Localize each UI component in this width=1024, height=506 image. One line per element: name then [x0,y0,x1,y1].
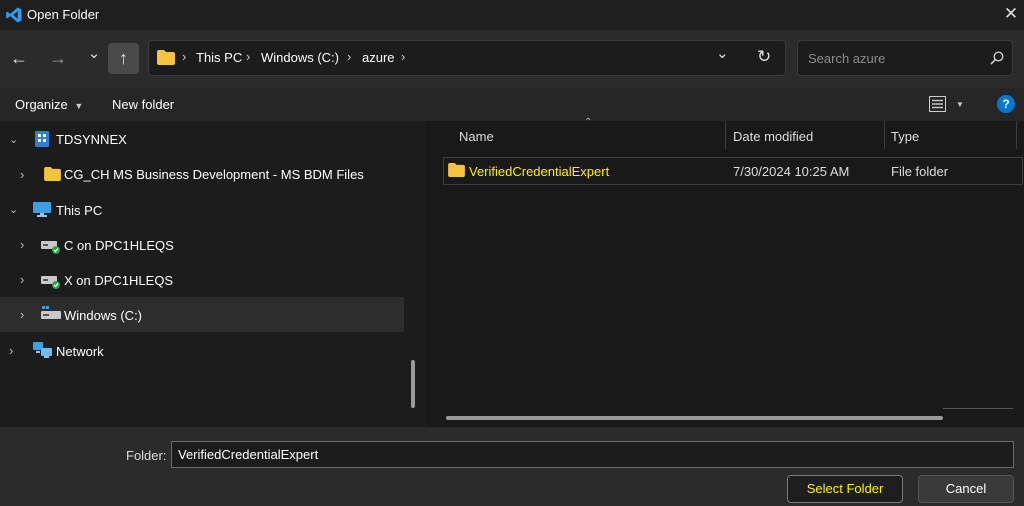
divider [943,408,1013,409]
file-name[interactable]: VerifiedCredentialExpert [469,164,609,179]
chevron-right-icon[interactable]: › [20,237,24,252]
search-icon[interactable] [990,51,1004,65]
tree-label: C on DPC1HLEQS [64,238,174,253]
address-bar[interactable] [148,40,786,76]
search-input[interactable]: Search azure [808,51,885,66]
tree-label: This PC [56,203,103,218]
file-date-modified: 7/30/2024 10:25 AM [733,164,850,179]
folder-icon [44,167,61,181]
network-drive-icon [41,276,60,289]
view-options-caret-icon[interactable]: ▼ [956,100,964,109]
up-arrow-icon[interactable]: ↑ [108,43,139,74]
address-dropdown-chevron-icon[interactable]: ⌄ [716,44,729,62]
navigation-scrollbar[interactable] [411,360,415,408]
tree-label: Network [56,344,104,359]
tree-label: X on DPC1HLEQS [64,273,174,288]
forward-arrow-icon[interactable]: → [44,44,72,72]
breadcrumb-separator: › [401,49,406,64]
refresh-icon[interactable]: ↻ [757,47,771,67]
file-type: File folder [891,164,949,179]
close-icon[interactable]: ✕ [1000,4,1022,26]
folder-icon [157,50,175,65]
caret-down-icon: ▼ [74,101,84,111]
new-folder-button[interactable]: New folder [112,97,174,112]
chevron-right-icon[interactable]: › [20,167,24,182]
organization-icon [35,131,49,147]
tree-label: CG_CH MS Business Development - MS BDM F… [64,167,364,182]
chevron-down-icon[interactable]: ⌄ [9,133,18,146]
title-bar [0,0,1024,30]
sort-ascending-icon: ⌃ [584,117,593,128]
network-drive-icon [41,241,60,254]
column-divider[interactable] [884,121,885,149]
tree-label: TDSYNNEX [56,132,127,147]
breadcrumb-separator: › [182,49,187,64]
window-title: Open Folder [27,7,100,22]
column-header-date-modified[interactable]: Date modified [733,129,813,144]
horizontal-scrollbar[interactable] [446,416,943,420]
view-details-icon[interactable] [929,96,946,112]
organize-label: Organize [15,97,68,112]
help-icon[interactable]: ? [997,95,1015,113]
chevron-down-icon[interactable]: ⌄ [9,203,18,216]
folder-icon [448,163,465,177]
breadcrumb-separator: › [246,49,251,64]
chevron-right-icon[interactable]: › [9,343,13,358]
select-folder-button[interactable]: Select Folder [787,475,903,503]
breadcrumb-this-pc[interactable]: This PC [196,50,242,65]
recent-locations-chevron-icon[interactable]: ⌄ [80,40,108,68]
drive-icon [41,306,61,319]
column-divider[interactable] [725,121,726,149]
breadcrumb-windows-c[interactable]: Windows (C:) [261,50,339,65]
back-arrow-icon[interactable]: ← [5,44,33,72]
column-header-type[interactable]: Type [891,129,919,144]
folder-name-field[interactable] [171,441,1014,468]
chevron-right-icon[interactable]: › [20,307,24,322]
folder-field-label: Folder: [126,448,167,463]
monitor-icon [33,202,51,217]
network-icon [33,342,52,358]
vscode-icon [6,7,22,23]
tree-label: Windows (C:) [64,308,143,323]
organize-button[interactable]: Organize ▼ [15,97,83,112]
column-divider[interactable] [1016,121,1017,149]
column-header-name[interactable]: Name [459,129,494,144]
breadcrumb-separator: › [347,49,352,64]
cancel-button[interactable]: Cancel [918,475,1014,503]
breadcrumb-azure[interactable]: azure [362,50,395,65]
chevron-right-icon[interactable]: › [20,272,24,287]
